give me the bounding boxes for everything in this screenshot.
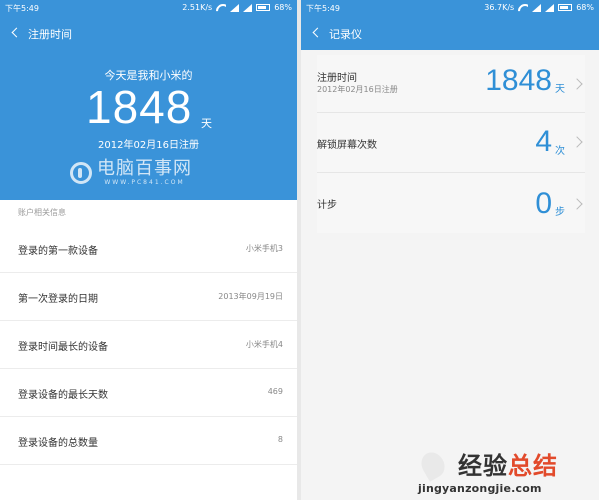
title-bar: 记录仪 <box>301 16 599 50</box>
page-title: 记录仪 <box>329 28 362 41</box>
item-number: 1848 <box>485 64 552 97</box>
watermark-url: jingyanzongjie.com <box>418 482 542 495</box>
watermark-jingyanzongjie: 经验总结 jingyanzongjie.com <box>418 440 599 500</box>
item-subtitle: 2012年02月16日注册 <box>317 85 398 94</box>
status-icons: 36.7K/s 68% <box>484 3 594 12</box>
chevron-right-icon <box>571 78 583 90</box>
page-title: 注册时间 <box>28 28 72 41</box>
watermark-cn-text: 经验总结 <box>458 452 558 480</box>
back-arrow-icon[interactable] <box>8 25 24 41</box>
status-bar: 下午5:49 36.7K/s 68% <box>301 0 599 16</box>
title-bar: 注册时间 <box>0 16 297 50</box>
network-speed: 2.51K/s <box>182 3 213 12</box>
item-unit: 次 <box>555 146 565 157</box>
left-screen: 下午5:49 2.51K/s 68% 注册时间 今天是我和小米的 1848 天 … <box>0 0 297 500</box>
hero-days-number: 1848 <box>86 81 193 133</box>
row-label: 登录的第一款设备 <box>18 246 98 257</box>
signal-icon <box>532 3 542 12</box>
watermark-logo-icon <box>70 162 92 184</box>
battery-icon <box>558 4 573 11</box>
item-number: 0 <box>535 187 552 220</box>
account-info-list: 登录的第一款设备 小米手机3 第一次登录的日期 2013年09月19日 登录时间… <box>0 225 297 465</box>
wifi-icon <box>216 4 226 12</box>
list-item[interactable]: 第一次登录的日期 2013年09月19日 <box>0 273 297 321</box>
status-time: 下午5:49 <box>5 4 39 13</box>
watermark-url: WWW.PC841.COM <box>104 179 185 186</box>
recorder-item-unlock[interactable]: 解锁屏幕次数 4 次 <box>317 115 585 173</box>
item-unit: 天 <box>555 84 565 95</box>
battery-percent: 68% <box>274 3 292 12</box>
hero-days-unit: 天 <box>201 117 212 130</box>
item-unit: 步 <box>555 207 565 218</box>
recorder-item-register[interactable]: 注册时间 2012年02月16日注册 1848 天 <box>317 55 585 113</box>
chevron-right-icon <box>571 198 583 210</box>
status-bar: 下午5:49 2.51K/s 68% <box>0 0 297 16</box>
recorder-card: 注册时间 2012年02月16日注册 1848 天 解锁屏幕次数 4 次 计步 … <box>317 55 585 233</box>
status-time: 下午5:49 <box>306 4 340 13</box>
row-value: 469 <box>267 387 283 396</box>
item-label: 注册时间 <box>317 73 357 84</box>
signal-icon <box>243 3 253 12</box>
row-label: 登录设备的最长天数 <box>18 390 108 401</box>
signal-icon <box>230 3 240 12</box>
item-label: 解锁屏幕次数 <box>317 140 377 151</box>
row-label: 第一次登录的日期 <box>18 294 98 305</box>
right-screen: 下午5:49 36.7K/s 68% 记录仪 注册时间 2012年02月16日注… <box>301 0 599 500</box>
status-icons: 2.51K/s 68% <box>182 3 292 12</box>
row-value: 8 <box>277 435 283 444</box>
section-label: 账户相关信息 <box>18 208 66 217</box>
battery-icon <box>256 4 271 11</box>
watermark-pc841: 电脑百事网 WWW.PC841.COM <box>70 158 192 188</box>
row-value: 小米手机3 <box>245 244 283 253</box>
row-label: 登录时间最长的设备 <box>18 342 108 353</box>
list-item[interactable]: 登录设备的总数量 8 <box>0 417 297 465</box>
back-arrow-icon[interactable] <box>309 25 325 41</box>
battery-percent: 68% <box>576 3 594 12</box>
watermark-logo-icon <box>418 450 450 484</box>
registration-hero: 今天是我和小米的 1848 天 2012年02月16日注册 电脑百事网 WWW.… <box>0 50 297 200</box>
recorder-item-steps[interactable]: 计步 0 步 <box>317 175 585 233</box>
row-label: 登录设备的总数量 <box>18 438 98 449</box>
list-item[interactable]: 登录时间最长的设备 小米手机4 <box>0 321 297 369</box>
item-label: 计步 <box>317 200 337 211</box>
network-speed: 36.7K/s <box>484 3 515 12</box>
hero-register-date: 2012年02月16日注册 <box>98 140 199 151</box>
list-item[interactable]: 登录的第一款设备 小米手机3 <box>0 225 297 273</box>
list-item[interactable]: 登录设备的最长天数 469 <box>0 369 297 417</box>
signal-icon <box>545 3 555 12</box>
item-number: 4 <box>535 125 552 158</box>
wifi-icon <box>518 4 528 12</box>
row-value: 2013年09月19日 <box>218 292 283 301</box>
watermark-text: 电脑百事网 <box>97 158 192 179</box>
row-value: 小米手机4 <box>245 340 283 349</box>
chevron-right-icon <box>571 136 583 148</box>
